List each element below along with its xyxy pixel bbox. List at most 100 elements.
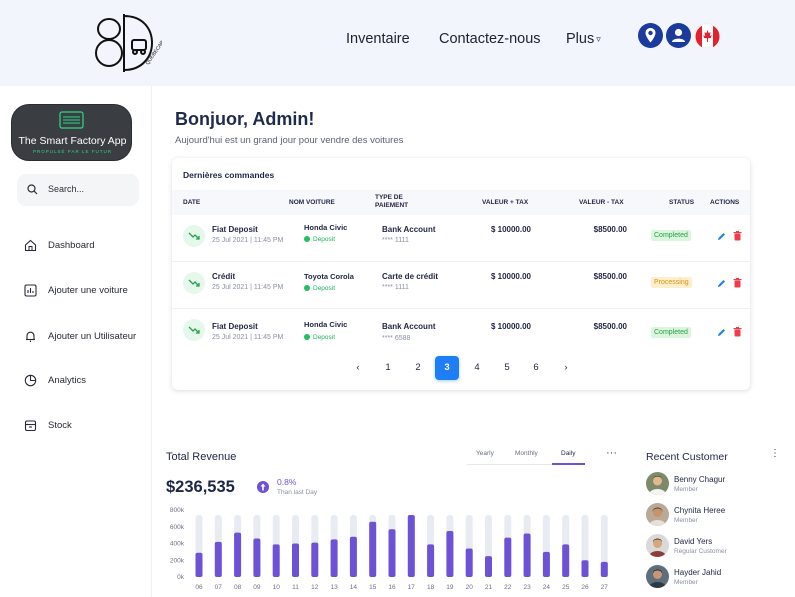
deposit-badge: Deposit bbox=[304, 285, 335, 292]
bar-20[interactable] bbox=[465, 548, 473, 577]
pagination-prev[interactable]: ‹ bbox=[346, 356, 370, 380]
table-row[interactable]: Fiat Deposit 25 Jul 2021 | 11:45 PM Hond… bbox=[172, 215, 750, 262]
bar-18[interactable] bbox=[427, 544, 435, 577]
value-without-tax: $8500.00 bbox=[593, 322, 627, 331]
car-name: Honda Civic bbox=[304, 320, 348, 329]
bar-13[interactable] bbox=[330, 539, 338, 577]
bar-22[interactable] bbox=[504, 537, 512, 577]
page-1[interactable]: 1 bbox=[376, 356, 400, 380]
pagination-next[interactable]: › bbox=[554, 356, 578, 380]
deposit-badge: Deposit bbox=[304, 334, 335, 341]
x-tick-label: 17 bbox=[408, 584, 416, 591]
sidebar-item-stock[interactable]: Stock bbox=[24, 416, 150, 436]
bar-15[interactable] bbox=[369, 521, 377, 577]
page-6[interactable]: 6 bbox=[524, 356, 548, 380]
y-tick-label: 0k bbox=[177, 574, 185, 581]
page-2[interactable]: 2 bbox=[406, 356, 430, 380]
x-tick-label: 15 bbox=[369, 584, 377, 591]
delete-icon[interactable] bbox=[733, 231, 742, 241]
bar-19[interactable] bbox=[446, 530, 454, 577]
orders-card: Dernières commandes DATE NOM VOITURE TYP… bbox=[172, 158, 750, 390]
payment-type: Carte de crédit bbox=[382, 272, 439, 281]
trend-down-icon bbox=[183, 272, 205, 294]
x-tick-label: 13 bbox=[330, 584, 338, 591]
page-4[interactable]: 4 bbox=[465, 356, 489, 380]
value-with-tax: $ 10000.00 bbox=[490, 272, 531, 281]
top-header: QUEBECAR Inventaire Contactez-nous Plus ▿ bbox=[0, 0, 795, 86]
table-row[interactable]: Crédit 25 Jul 2021 | 11:45 PM Toyota Cor… bbox=[172, 262, 750, 309]
search-input[interactable]: Search... bbox=[17, 174, 139, 206]
bar-07[interactable] bbox=[214, 541, 222, 577]
canada-flag-icon[interactable] bbox=[694, 23, 720, 49]
value-without-tax: $8500.00 bbox=[593, 225, 627, 234]
x-tick-label: 20 bbox=[466, 584, 474, 591]
edit-icon[interactable] bbox=[717, 279, 726, 288]
chip-icon bbox=[59, 111, 84, 129]
more-options-icon[interactable]: ··· bbox=[606, 447, 617, 459]
page-5[interactable]: 5 bbox=[495, 356, 519, 380]
kebab-menu-icon[interactable]: ⋮ bbox=[770, 448, 780, 459]
y-tick-label: 200k bbox=[170, 557, 185, 564]
customer-name: Chynita Heree bbox=[674, 506, 726, 515]
bar-25[interactable] bbox=[562, 544, 570, 577]
table-row[interactable]: Fiat Deposit 25 Jul 2021 | 11:45 PM Hond… bbox=[172, 309, 750, 356]
x-tick-label: 16 bbox=[388, 584, 396, 591]
bar-08[interactable] bbox=[234, 532, 242, 577]
sidebar-item-ajouter-voiture[interactable]: Ajouter une voiture bbox=[24, 281, 150, 301]
customer-name: Hayder Jahid bbox=[674, 568, 722, 577]
delete-icon[interactable] bbox=[733, 327, 742, 337]
location-pin-icon[interactable] bbox=[638, 23, 663, 48]
page-3[interactable]: 3 bbox=[435, 356, 459, 380]
sidebar-item-dashboard[interactable]: Dashboard bbox=[24, 236, 150, 256]
bar-14[interactable] bbox=[349, 536, 357, 577]
sidebar-item-label: Analytics bbox=[48, 375, 87, 386]
nav-inventaire[interactable]: Inventaire bbox=[346, 31, 410, 47]
edit-icon[interactable] bbox=[717, 232, 726, 241]
delete-icon[interactable] bbox=[733, 278, 742, 288]
bar-21[interactable] bbox=[485, 556, 492, 577]
bar-11[interactable] bbox=[292, 543, 299, 578]
nav-plus[interactable]: Plus ▿ bbox=[566, 31, 601, 47]
avatar bbox=[646, 565, 669, 588]
revenue-title: Total Revenue bbox=[166, 451, 237, 463]
bar-23[interactable] bbox=[523, 533, 531, 577]
search-placeholder: Search... bbox=[48, 184, 85, 194]
brand-text: QUEBECAR bbox=[145, 39, 162, 66]
table-header: DATE NOM VOITURE TYPE DE PAIEMENT VALEUR… bbox=[172, 190, 750, 215]
customer-item[interactable]: Hayder Jahid Member bbox=[646, 565, 786, 591]
sidebar-item-label: Ajouter une voiture bbox=[48, 285, 128, 296]
customer-item[interactable]: David Yers Regular Customer bbox=[646, 534, 786, 560]
bar-16[interactable] bbox=[388, 529, 396, 577]
user-icon[interactable] bbox=[666, 23, 691, 48]
customer-item[interactable]: Chynita Heree Member bbox=[646, 503, 786, 529]
bar-09[interactable] bbox=[253, 538, 261, 577]
nav-plus-label: Plus bbox=[566, 31, 595, 47]
tab-daily[interactable]: Daily bbox=[561, 450, 575, 457]
col-date: DATE bbox=[183, 199, 201, 206]
nav-contactez-nous[interactable]: Contactez-nous bbox=[439, 31, 541, 47]
deposit-badge: Deposit bbox=[304, 236, 335, 243]
y-tick-label: 600k bbox=[170, 524, 185, 531]
customer-item[interactable]: Benny Chagur Member bbox=[646, 472, 786, 498]
brand-logo[interactable]: QUEBECAR bbox=[92, 10, 162, 76]
order-date: 25 Jul 2021 | 11:45 PM bbox=[212, 237, 284, 244]
card-number: **** 6588 bbox=[382, 335, 411, 342]
sidebar-item-ajouter-utilisateur[interactable]: Ajouter un Utilisateur bbox=[24, 327, 150, 347]
trend-down-icon bbox=[183, 225, 205, 247]
customer-name: David Yers bbox=[674, 537, 713, 546]
bar-24[interactable] bbox=[542, 551, 550, 577]
value-without-tax: $8500.00 bbox=[593, 272, 627, 281]
x-tick-label: 10 bbox=[273, 584, 281, 591]
bar-17[interactable] bbox=[407, 515, 415, 577]
tab-yearly[interactable]: Yearly bbox=[476, 450, 494, 457]
bar-27[interactable] bbox=[600, 561, 608, 577]
value-with-tax: $ 10000.00 bbox=[490, 225, 531, 234]
bar-10[interactable] bbox=[272, 544, 280, 577]
tab-monthly[interactable]: Monthly bbox=[515, 450, 538, 457]
bar-06[interactable] bbox=[195, 552, 203, 577]
bar-26[interactable] bbox=[581, 560, 589, 577]
sidebar-item-analytics[interactable]: Analytics bbox=[24, 371, 150, 391]
edit-icon[interactable] bbox=[717, 328, 726, 337]
bar-12[interactable] bbox=[311, 542, 319, 577]
app-card[interactable]: The Smart Factory App PROPULSÉ PAR LE FU… bbox=[11, 104, 132, 161]
